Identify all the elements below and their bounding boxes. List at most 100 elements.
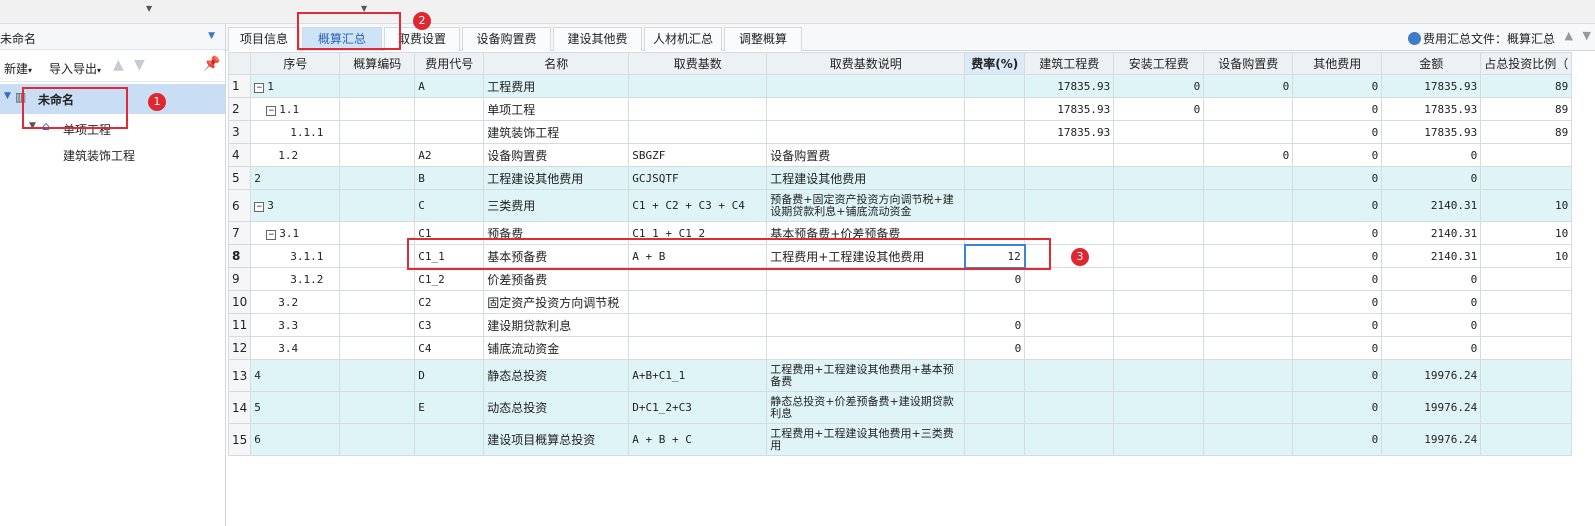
fee-code-cell[interactable] xyxy=(414,97,485,121)
name-cell[interactable]: 静态总投资 xyxy=(483,359,630,392)
estimate-code-cell[interactable] xyxy=(339,336,416,360)
install-cost-cell[interactable] xyxy=(1113,267,1205,291)
ratio-cell[interactable] xyxy=(1480,359,1573,392)
pin-icon[interactable]: 📌 xyxy=(203,56,220,72)
row-number[interactable]: 14 xyxy=(227,391,252,424)
install-cost-cell[interactable] xyxy=(1113,313,1205,337)
fee-code-cell[interactable]: D xyxy=(414,359,485,392)
other-cost-cell[interactable]: 0 xyxy=(1292,189,1383,222)
estimate-code-cell[interactable] xyxy=(339,74,416,98)
equipment-cost-cell[interactable] xyxy=(1203,313,1294,337)
equipment-cost-cell[interactable] xyxy=(1203,189,1294,222)
tab-other-construction-cost[interactable]: 建设其他费 xyxy=(553,27,642,51)
table-row[interactable]: 12 3.4 C4 铺底流动资金 0 0 0 xyxy=(227,336,1573,360)
amount-cell[interactable]: 0 xyxy=(1381,290,1482,314)
build-cost-cell[interactable] xyxy=(1024,290,1115,314)
other-cost-cell[interactable]: 0 xyxy=(1292,120,1383,144)
estimate-code-cell[interactable] xyxy=(339,391,416,424)
fee-code-cell[interactable]: C xyxy=(414,189,485,222)
ratio-cell[interactable] xyxy=(1480,391,1573,424)
amount-cell[interactable]: 19976.24 xyxy=(1381,391,1482,424)
install-cost-cell[interactable] xyxy=(1113,166,1205,190)
install-cost-cell[interactable] xyxy=(1113,189,1205,222)
collapse-icon[interactable]: − xyxy=(266,229,277,240)
seq-cell[interactable]: 1.2 xyxy=(250,143,341,167)
rate-cell[interactable] xyxy=(964,359,1026,392)
seq-cell[interactable]: 6 xyxy=(250,423,341,456)
chevron-down-icon[interactable]: ▼ xyxy=(1583,29,1591,42)
install-cost-cell[interactable]: 0 xyxy=(1113,97,1205,121)
tab-adjust-estimate[interactable]: 调整概算 xyxy=(724,27,802,51)
ratio-cell[interactable] xyxy=(1480,423,1573,456)
build-cost-cell[interactable]: 17835.93 xyxy=(1024,74,1115,98)
estimate-code-cell[interactable] xyxy=(339,359,416,392)
table-row[interactable]: 3 1.1.1 建筑装饰工程 17835.93 0 17835.93 89 xyxy=(227,120,1573,144)
amount-cell[interactable]: 17835.93 xyxy=(1381,74,1482,98)
ratio-cell[interactable]: 10 xyxy=(1480,221,1573,245)
ratio-cell[interactable] xyxy=(1480,336,1573,360)
fee-code-cell[interactable] xyxy=(414,120,485,144)
base-desc-cell[interactable]: 设备购置费 xyxy=(766,143,966,167)
amount-cell[interactable]: 0 xyxy=(1381,336,1482,360)
seq-cell[interactable]: 3.1.2 xyxy=(250,267,341,291)
equipment-cost-cell[interactable]: 0 xyxy=(1203,74,1294,98)
build-cost-cell[interactable] xyxy=(1024,359,1115,392)
equipment-cost-cell[interactable] xyxy=(1203,221,1294,245)
base-cell[interactable]: A + B + C xyxy=(628,423,768,456)
row-number[interactable]: 5 xyxy=(227,166,252,190)
row-number[interactable]: 1 xyxy=(227,74,252,98)
base-desc-cell[interactable] xyxy=(766,336,966,360)
column-header-base[interactable]: 取费基数 xyxy=(628,52,768,75)
other-cost-cell[interactable]: 0 xyxy=(1292,74,1383,98)
other-cost-cell[interactable]: 0 xyxy=(1292,244,1383,268)
row-number[interactable]: 2 xyxy=(227,97,252,121)
row-number[interactable]: 4 xyxy=(227,143,252,167)
equipment-cost-cell[interactable] xyxy=(1203,267,1294,291)
build-cost-cell[interactable] xyxy=(1024,336,1115,360)
fee-code-cell[interactable]: E xyxy=(414,391,485,424)
seq-cell[interactable]: −1 xyxy=(250,74,341,98)
rate-cell[interactable] xyxy=(964,97,1026,121)
name-cell[interactable]: 三类费用 xyxy=(483,189,630,222)
seq-cell[interactable]: 5 xyxy=(250,391,341,424)
project-selector[interactable]: 未命名 ▼ xyxy=(0,24,225,50)
seq-cell[interactable]: 3.2 xyxy=(250,290,341,314)
amount-cell[interactable]: 0 xyxy=(1381,143,1482,167)
ratio-cell[interactable] xyxy=(1480,143,1573,167)
row-number[interactable]: 11 xyxy=(227,313,252,337)
column-header-seq[interactable]: 序号 xyxy=(250,52,341,75)
expand-icon[interactable]: ▼ xyxy=(4,91,11,101)
install-cost-cell[interactable] xyxy=(1113,143,1205,167)
seq-cell[interactable]: −3.1 xyxy=(250,221,341,245)
estimate-code-cell[interactable] xyxy=(339,97,416,121)
collapse-icon[interactable]: − xyxy=(266,105,277,116)
column-header-other-cost[interactable]: 其他费用 xyxy=(1292,52,1383,75)
table-row[interactable]: 4 1.2 A2 设备购置费 SBGZF 设备购置费 0 0 0 xyxy=(227,143,1573,167)
estimate-code-cell[interactable] xyxy=(339,290,416,314)
other-cost-cell[interactable]: 0 xyxy=(1292,143,1383,167)
rate-cell[interactable] xyxy=(964,143,1026,167)
column-header-amount[interactable]: 金额 xyxy=(1381,52,1482,75)
base-cell[interactable]: C1 + C2 + C3 + C4 xyxy=(628,189,768,222)
estimate-code-cell[interactable] xyxy=(339,244,416,268)
rate-cell[interactable] xyxy=(964,120,1026,144)
install-cost-cell[interactable] xyxy=(1113,391,1205,424)
build-cost-cell[interactable] xyxy=(1024,189,1115,222)
estimate-code-cell[interactable] xyxy=(339,313,416,337)
chevron-down-icon[interactable]: ▼ xyxy=(208,31,215,41)
collapse-icon[interactable]: − xyxy=(254,82,265,93)
table-row[interactable]: 13 4 D 静态总投资 A+B+C1_1 工程费用+工程建设其他费用+基本预备费 0 199… xyxy=(227,359,1573,392)
ratio-cell[interactable] xyxy=(1480,267,1573,291)
equipment-cost-cell[interactable] xyxy=(1203,97,1294,121)
base-desc-cell[interactable]: 工程费用+工程建设其他费用+三类费用 xyxy=(766,423,966,456)
column-header-estimate-code[interactable]: 概算编码 xyxy=(339,52,416,75)
table-row[interactable]: 2−1.1 单项工程 17835.93 0 0 17835.93 89 xyxy=(227,97,1573,121)
install-cost-cell[interactable] xyxy=(1113,120,1205,144)
amount-cell[interactable]: 2140.31 xyxy=(1381,189,1482,222)
base-cell[interactable] xyxy=(628,313,768,337)
table-row[interactable]: 1−1 A 工程费用 17835.93 0 0 0 17835.93 89 xyxy=(227,74,1573,98)
chevron-down-icon[interactable]: ▼ xyxy=(146,4,152,13)
build-cost-cell[interactable] xyxy=(1024,143,1115,167)
equipment-cost-cell[interactable] xyxy=(1203,290,1294,314)
column-header-equipment-cost[interactable]: 设备购置费 xyxy=(1203,52,1294,75)
